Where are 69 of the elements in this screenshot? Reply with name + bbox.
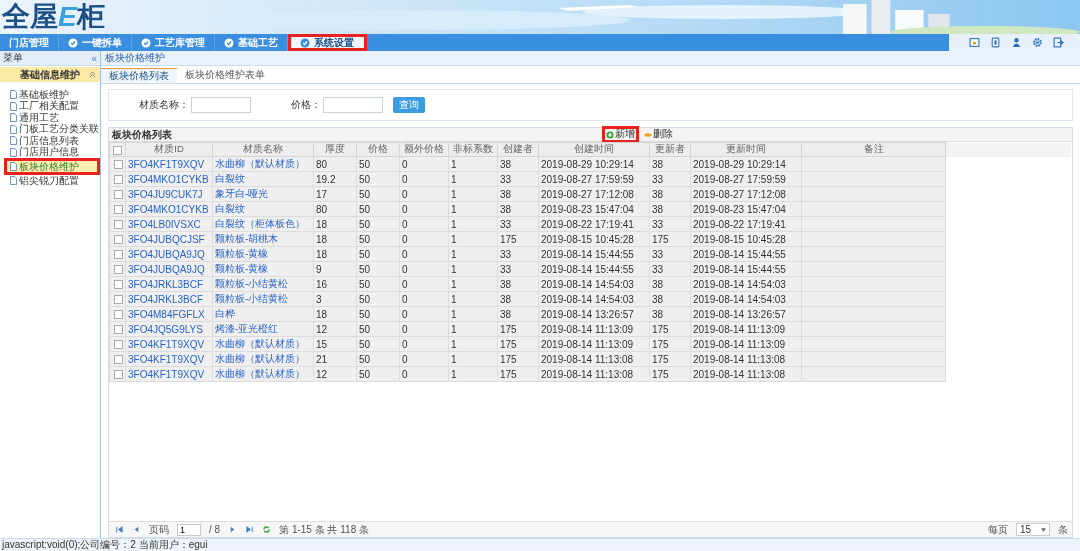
window-icon[interactable] — [969, 37, 980, 48]
page-input[interactable]: 1 — [177, 523, 201, 536]
first-page-icon[interactable] — [115, 525, 124, 534]
logo: 全屋E柜 — [1, 0, 106, 34]
user-icon[interactable] — [1011, 37, 1022, 48]
last-page-icon[interactable] — [245, 525, 255, 534]
checkbox[interactable] — [114, 220, 123, 230]
tab[interactable]: 板块价格列表 — [101, 68, 177, 83]
per-page-select[interactable]: 15 — [1015, 523, 1050, 536]
settings-icon[interactable] — [1032, 37, 1043, 48]
previous-page-icon[interactable] — [132, 525, 141, 534]
menu-group[interactable]: 基础信息维护 — [0, 67, 100, 82]
field-label: 价格： — [291, 98, 321, 112]
checkbox[interactable] — [114, 325, 123, 335]
sidebar-item[interactable]: 工厂相关配置 — [10, 100, 100, 112]
checkbox[interactable] — [114, 175, 123, 185]
column-header[interactable]: 非标系数 — [448, 142, 498, 157]
per-page-unit: 条 — [1058, 522, 1068, 537]
checkbox[interactable] — [113, 146, 122, 155]
sidebar-item[interactable]: 门板工艺分类关联 — [10, 123, 100, 135]
tab[interactable]: 板块价格维护表单 — [177, 68, 273, 83]
grid-title: 板块价格列表 — [111, 127, 173, 142]
chevron-icon — [89, 71, 96, 78]
search-button[interactable]: 查询 — [393, 97, 425, 113]
checkbox[interactable] — [114, 190, 123, 200]
status-bar: javascript:void(0);公司编号：2 当前用户：egui — [0, 538, 1080, 551]
checkbox[interactable] — [114, 160, 123, 170]
checkbox[interactable] — [114, 205, 123, 215]
checkbox[interactable] — [114, 370, 123, 380]
checkbox[interactable] — [114, 250, 123, 260]
clipboard-icon[interactable] — [990, 37, 1001, 48]
page-count: / 8 — [209, 524, 221, 535]
record-summary: 第 1-15 条 共 118 条 — [279, 522, 369, 537]
column-header[interactable]: 材质名称 — [212, 142, 314, 157]
sidebar-item[interactable]: 基础板维护 — [10, 89, 100, 101]
checkbox[interactable] — [114, 310, 123, 320]
column-header[interactable]: 额外价格 — [399, 142, 449, 157]
checkbox[interactable] — [114, 265, 123, 275]
column-header[interactable]: 备注 — [801, 142, 946, 157]
column-header[interactable]: 材质ID — [125, 142, 213, 157]
sidebar-item[interactable]: 铝尖锐刀配置 — [10, 175, 100, 187]
refresh-icon[interactable] — [262, 525, 272, 534]
checkbox[interactable] — [114, 280, 123, 290]
sidebar-item[interactable]: 门店信息列表 — [10, 135, 100, 147]
dropdown-caret-icon — [1041, 527, 1046, 532]
per-page-label: 每页 — [987, 522, 1008, 537]
column-header[interactable]: 创建时间 — [538, 142, 650, 157]
add-button[interactable]: 新增 — [602, 126, 639, 143]
field-label: 材质名称： — [139, 98, 189, 112]
input-field[interactable] — [323, 97, 383, 113]
sidebar-title: 菜单 — [3, 51, 23, 65]
nav-tab[interactable]: 系统设置 — [288, 34, 367, 51]
column-header[interactable]: 厚度 — [313, 142, 357, 157]
page-label: 页码 — [149, 522, 169, 537]
checkbox[interactable] — [114, 235, 123, 245]
column-header[interactable]: 更新时间 — [690, 142, 802, 157]
collapse-toggle[interactable]: « — [91, 52, 97, 64]
sidebar-item[interactable]: 通用工艺 — [10, 112, 100, 124]
logout-icon[interactable] — [1053, 37, 1064, 48]
column-header[interactable]: 价格 — [356, 142, 400, 157]
sidebar-item[interactable]: 板块价格维护 — [4, 158, 100, 175]
breadcrumb: 板块价格维护 — [101, 51, 1080, 66]
checkbox[interactable] — [114, 340, 123, 350]
input-field[interactable] — [191, 97, 251, 113]
column-header[interactable]: 创建者 — [497, 142, 539, 157]
checkbox[interactable] — [114, 355, 123, 365]
checkbox[interactable] — [114, 295, 123, 305]
column-header[interactable]: 更新者 — [649, 142, 691, 157]
sidebar-item[interactable]: 门店用户信息 — [10, 146, 100, 158]
